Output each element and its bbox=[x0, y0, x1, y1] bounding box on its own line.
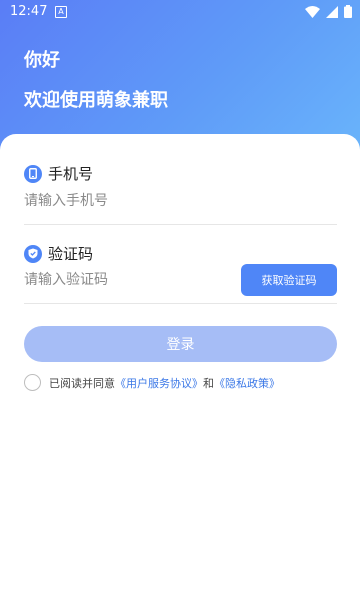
notification-icon: A bbox=[55, 6, 67, 18]
welcome-text: 欢迎使用萌象兼职 bbox=[24, 90, 168, 111]
agreement-conjunction: 和 bbox=[203, 376, 214, 390]
code-input[interactable] bbox=[24, 270, 224, 290]
login-button[interactable]: 登录 bbox=[24, 326, 337, 362]
privacy-policy-link[interactable]: 《隐私政策》 bbox=[214, 375, 280, 391]
signal-icon bbox=[326, 5, 338, 18]
code-label: 验证码 bbox=[48, 245, 94, 263]
battery-icon bbox=[344, 5, 352, 18]
phone-input[interactable] bbox=[24, 191, 224, 211]
phone-icon bbox=[24, 164, 42, 183]
phone-label: 手机号 bbox=[48, 165, 94, 183]
user-agreement-link[interactable]: 《用户服务协议》 bbox=[115, 375, 203, 391]
wifi-icon bbox=[305, 5, 320, 18]
code-divider bbox=[24, 303, 337, 304]
shield-check-icon bbox=[24, 244, 42, 263]
code-label-row: 验证码 bbox=[24, 243, 93, 264]
phone-label-row: 手机号 bbox=[24, 163, 93, 184]
status-bar: 12:47 A bbox=[0, 0, 360, 24]
greeting-text: 你好 bbox=[24, 50, 60, 71]
agreement-checkbox[interactable] bbox=[24, 374, 41, 391]
agreement-prefix: 已阅读并同意 bbox=[49, 376, 115, 390]
status-time: 12:47 bbox=[10, 4, 48, 19]
phone-divider bbox=[24, 224, 337, 225]
agreement-row: 已阅读并同意 《用户服务协议》 和 《隐私政策》 bbox=[24, 374, 280, 391]
get-code-button[interactable]: 获取验证码 bbox=[241, 264, 337, 296]
status-icons bbox=[305, 5, 352, 18]
